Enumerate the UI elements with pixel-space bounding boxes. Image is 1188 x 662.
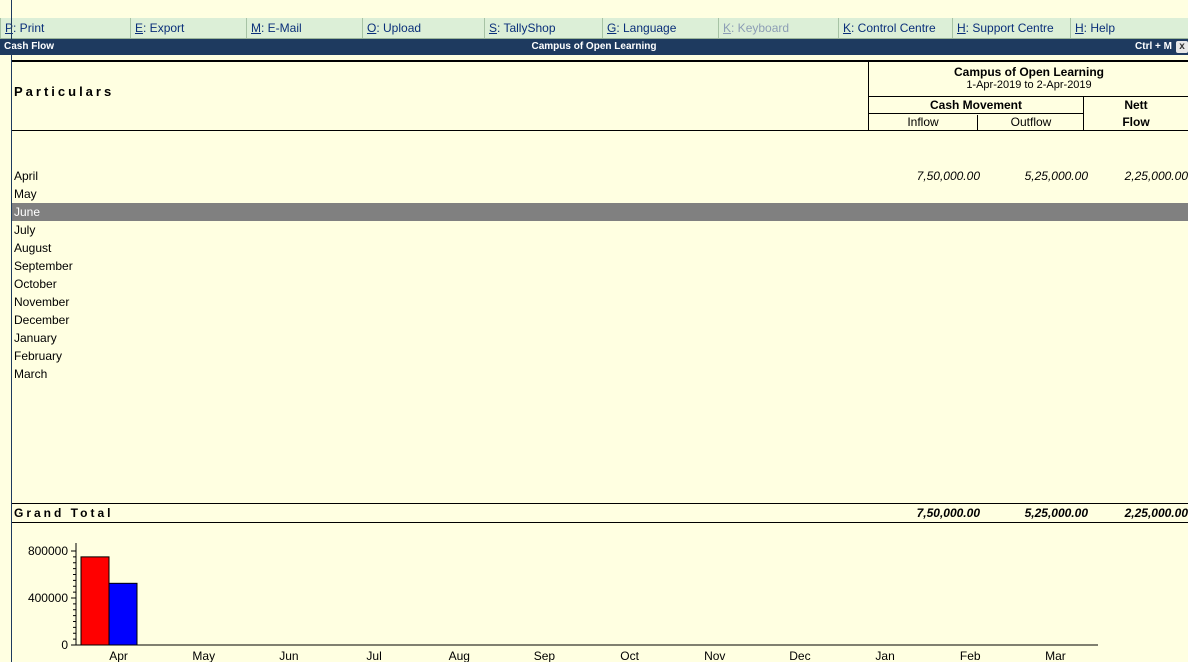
- divider: [869, 113, 1083, 114]
- menu-item-upload[interactable]: O: Upload: [362, 18, 484, 38]
- menu-item-label: : E-Mail: [261, 21, 302, 35]
- month-name: November: [14, 295, 70, 309]
- menu-item-keyboard: K: Keyboard: [718, 18, 838, 38]
- month-row[interactable]: May: [12, 185, 1188, 203]
- nett-value: 2,25,000.00: [1124, 169, 1188, 183]
- x-tick-label: Aug: [449, 649, 470, 662]
- month-name: October: [14, 277, 57, 291]
- month-row[interactable]: November: [12, 293, 1188, 311]
- menu-item-control-centre[interactable]: K: Control Centre: [838, 18, 952, 38]
- title-bar: Cash Flow Campus of Open Learning Ctrl +…: [0, 39, 1188, 55]
- menu-shortcut-key: O: [367, 21, 377, 35]
- month-row[interactable]: September: [12, 257, 1188, 275]
- outflow-value: 5,25,000.00: [1024, 169, 1088, 183]
- period-label: 1-Apr-2019 to 2-Apr-2019: [966, 79, 1092, 91]
- x-tick-label: Mar: [1045, 649, 1066, 662]
- month-name: April: [14, 169, 39, 183]
- chart-bar: [108, 582, 138, 646]
- menu-shortcut-key: G: [607, 21, 617, 35]
- month-name: January: [14, 331, 57, 345]
- month-row[interactable]: October: [12, 275, 1188, 293]
- menu-shortcut-key: H: [1075, 21, 1084, 35]
- shortcut-label: Ctrl + M: [1135, 41, 1172, 52]
- x-tick-label: May: [192, 649, 215, 662]
- month-row[interactable]: February: [12, 347, 1188, 365]
- menu-item-help[interactable]: H: Help: [1070, 18, 1188, 38]
- month-row[interactable]: April 7,50,000.00 5,25,000.00 2,25,000.00: [12, 167, 1188, 185]
- menu-shortcut-key: S: [489, 21, 498, 35]
- month-row[interactable]: January: [12, 329, 1188, 347]
- month-name: September: [14, 259, 73, 273]
- month-name: June: [14, 205, 41, 219]
- flow-heading: Flow: [1122, 115, 1150, 129]
- menu-item-e-mail[interactable]: M: E-Mail: [246, 18, 362, 38]
- menu-item-label: : Help: [1083, 21, 1116, 35]
- menu-item-language[interactable]: G: Language: [602, 18, 718, 38]
- menu-item-support-centre[interactable]: H: Support Centre: [952, 18, 1070, 38]
- month-row[interactable]: June: [12, 203, 1188, 221]
- outflow-heading: Outflow: [977, 115, 1084, 130]
- menu-shortcut-key: M: [251, 21, 261, 35]
- month-list: April 7,50,000.00 5,25,000.00 2,25,000.00 Ma…: [12, 167, 1188, 383]
- chart-bar: [80, 556, 110, 646]
- x-tick-label: Dec: [789, 649, 810, 662]
- y-tick-label: 400000: [28, 591, 68, 605]
- y-tick-label: 800000: [28, 544, 68, 558]
- month-name: July: [14, 223, 36, 237]
- menu-item-label: : TallyShop: [497, 21, 556, 35]
- company-name: Campus of Open Learning: [953, 65, 1104, 79]
- menu-item-print[interactable]: P: Print: [0, 18, 130, 38]
- x-tick-label: Feb: [960, 649, 981, 662]
- close-icon[interactable]: x: [1176, 41, 1188, 53]
- menu-item-label: : Print: [13, 21, 45, 35]
- x-tick-label: Jul: [366, 649, 381, 662]
- x-tick-label: Apr: [109, 649, 128, 662]
- x-tick-label: Nov: [704, 649, 725, 662]
- menu-item-label: : Language: [616, 21, 677, 35]
- company-title: Campus of Open Learning: [531, 41, 657, 52]
- menu-item-label: : Keyboard: [731, 21, 790, 35]
- x-tick-label: Oct: [620, 649, 639, 662]
- menu-item-label: : Support Centre: [965, 21, 1054, 35]
- menu-bar: P: Print E: Export M: E-Mail O: Upload S: Ta…: [0, 18, 1188, 39]
- menu-shortcut-key: K: [723, 21, 732, 35]
- menu-shortcut-key: K: [843, 21, 852, 35]
- tally-window: P: Print E: Export M: E-Mail O: Upload S: Ta…: [0, 0, 1188, 662]
- column-header: Campus of Open Learning 1-Apr-2019 to 2-…: [868, 62, 1188, 130]
- divider: [869, 96, 1188, 97]
- report-header: Particulars Campus of Open Learning 1-Ap…: [12, 60, 1188, 131]
- grand-total-label: Grand Total: [14, 506, 114, 520]
- month-name: May: [14, 187, 37, 201]
- menu-shortcut-key: H: [957, 21, 966, 35]
- nett-heading: Nett: [1124, 98, 1148, 112]
- inflow-value: 7,50,000.00: [916, 169, 980, 183]
- grand-total-nett: 2,25,000.00: [1124, 506, 1188, 520]
- month-name: March: [14, 367, 48, 381]
- month-name: February: [14, 349, 63, 363]
- x-tick-label: Jun: [279, 649, 298, 662]
- menu-shortcut-key: E: [135, 21, 144, 35]
- inflow-heading: Inflow: [907, 115, 939, 129]
- x-tick-label: Sep: [534, 649, 556, 662]
- grand-total-outflow: 5,25,000.00: [1024, 506, 1088, 520]
- particulars-heading: Particulars: [14, 84, 115, 99]
- menu-item-tallyshop[interactable]: S: TallyShop: [484, 18, 602, 38]
- month-row[interactable]: March: [12, 365, 1188, 383]
- menu-item-label: : Export: [143, 21, 185, 35]
- grand-total-inflow: 7,50,000.00: [916, 506, 980, 520]
- menu-item-label: : Upload: [376, 21, 422, 35]
- month-row[interactable]: July: [12, 221, 1188, 239]
- menu-item-label: : Control Centre: [851, 21, 936, 35]
- month-name: December: [14, 313, 70, 327]
- x-tick-label: Jan: [875, 649, 894, 662]
- month-name: August: [14, 241, 52, 255]
- cash-movement-heading: Cash Movement: [929, 98, 1023, 112]
- y-tick-label: 0: [61, 638, 68, 652]
- menu-item-export[interactable]: E: Export: [130, 18, 246, 38]
- grand-total-row: Grand Total 7,50,000.00 5,25,000.00 2,25…: [12, 503, 1188, 523]
- month-row[interactable]: August: [12, 239, 1188, 257]
- cash-flow-chart: 0 400000 800000 Apr May Jun Jul Aug Sep Oct Nov Dec…: [28, 543, 1098, 662]
- month-row[interactable]: December: [12, 311, 1188, 329]
